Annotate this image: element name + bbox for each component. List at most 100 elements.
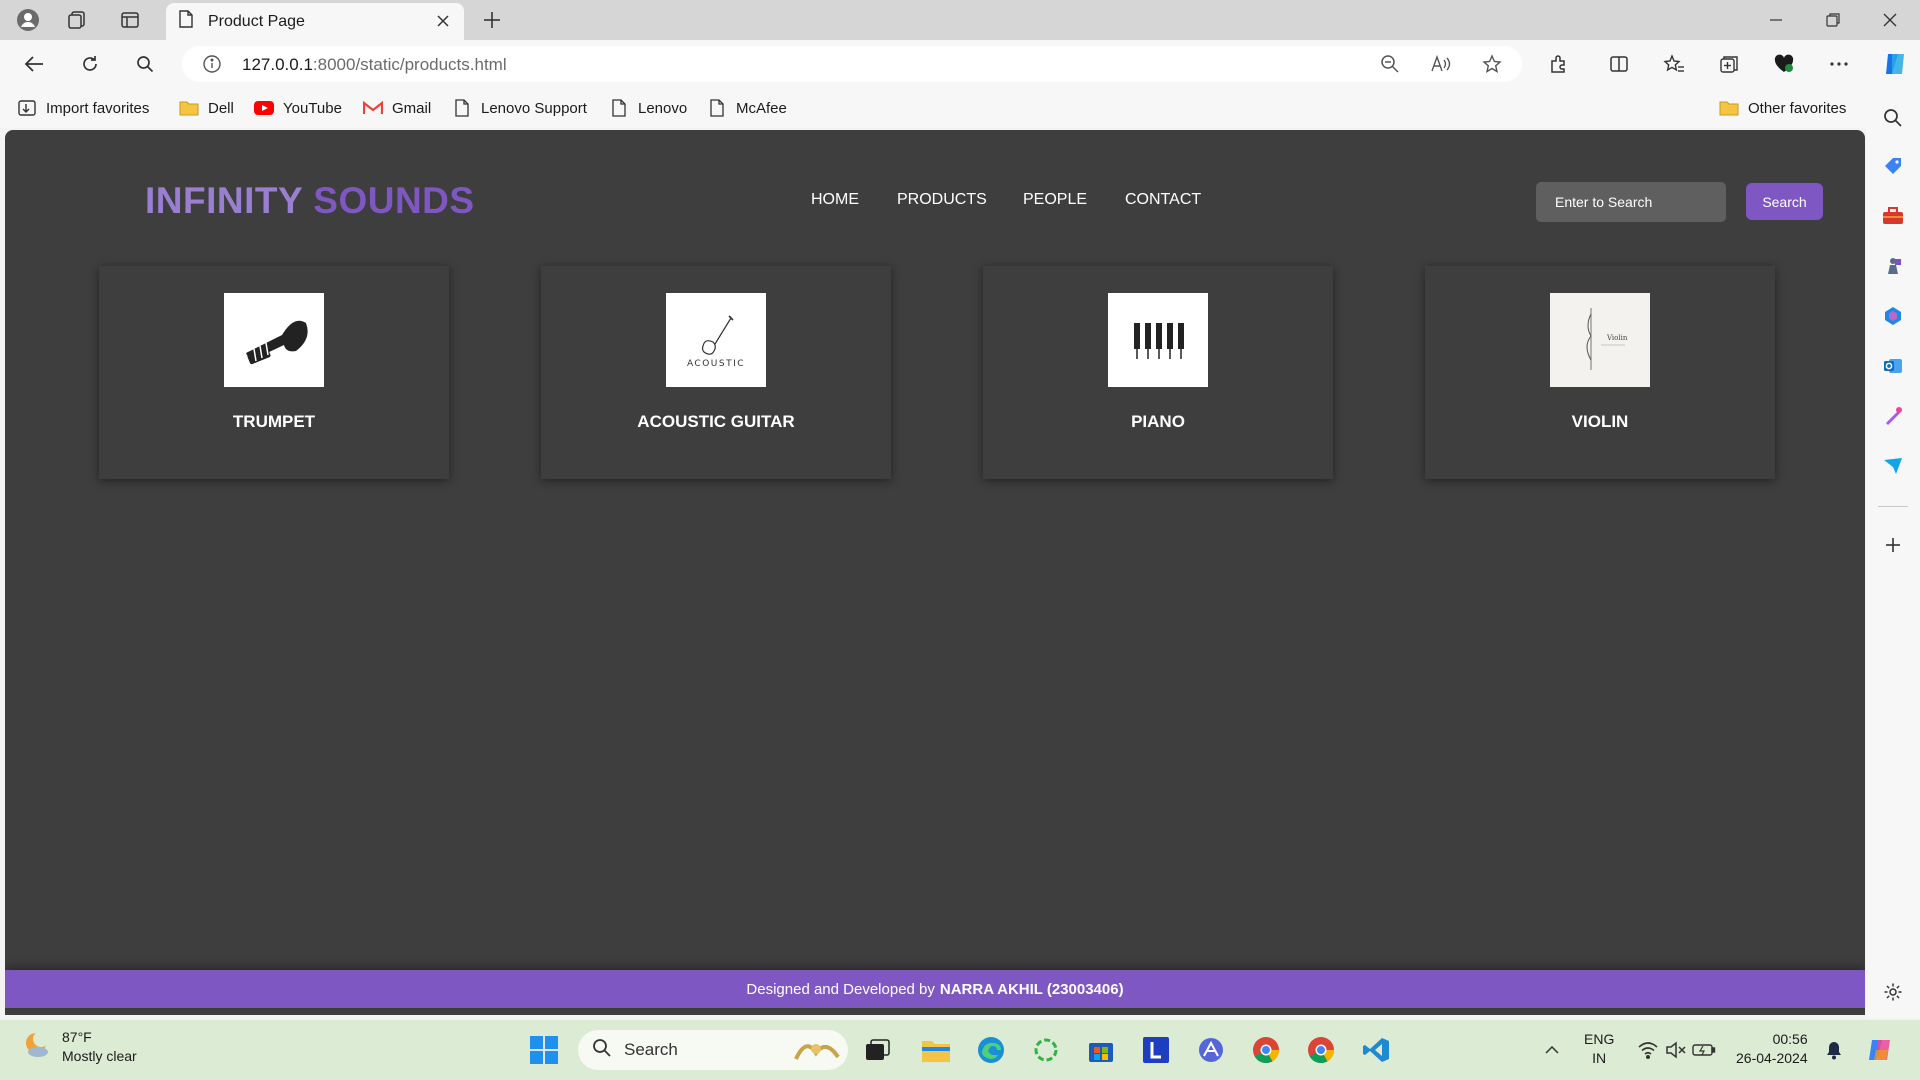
- send-icon[interactable]: [1879, 452, 1907, 480]
- site-logo[interactable]: INFINITY SOUNDS: [145, 180, 475, 222]
- favorite-import[interactable]: Import favorites: [16, 96, 149, 120]
- designer-icon[interactable]: [1879, 402, 1907, 430]
- app-ring-icon[interactable]: [1028, 1032, 1064, 1068]
- search-icon: [592, 1038, 612, 1063]
- browser-tab-strip: Product Page: [0, 0, 1920, 40]
- other-favorites[interactable]: Other favorites: [1718, 96, 1846, 120]
- favorite-label: Dell: [208, 99, 234, 117]
- nav-contact[interactable]: CONTACT: [1125, 191, 1201, 209]
- chevron-up-icon[interactable]: [1534, 1032, 1570, 1068]
- microsoft-365-icon[interactable]: [1879, 302, 1907, 330]
- tab-title: Product Page: [208, 12, 305, 30]
- product-card-violin[interactable]: Violin VIOLIN: [1425, 266, 1775, 479]
- logo-part-1: INFINITY: [145, 180, 303, 221]
- page-icon: [178, 10, 194, 33]
- chrome-icon[interactable]: [1248, 1032, 1284, 1068]
- product-name: TRUMPET: [232, 412, 316, 431]
- collections-icon[interactable]: [1713, 48, 1745, 80]
- new-tab-icon[interactable]: [476, 4, 508, 36]
- site-info-icon[interactable]: [196, 48, 228, 80]
- notification-bell-icon[interactable]: [1816, 1032, 1852, 1068]
- youtube-icon: [253, 97, 275, 119]
- close-tab-icon[interactable]: [432, 10, 454, 32]
- gmail-icon: [362, 97, 384, 119]
- favorite-label: Gmail: [392, 99, 432, 117]
- extensions-icon[interactable]: [1543, 48, 1575, 80]
- chrome-profile-icon[interactable]: [1303, 1032, 1339, 1068]
- task-view-icon[interactable]: [860, 1032, 896, 1068]
- site-search-input[interactable]: [1536, 182, 1726, 222]
- weather-widget[interactable]: 87°F Mostly clear: [22, 1028, 137, 1066]
- file-explorer-icon[interactable]: [918, 1032, 954, 1068]
- favorite-youtube[interactable]: YouTube: [253, 96, 342, 120]
- footer-text: Designed and Developed by: [746, 980, 935, 998]
- copilot-taskbar-icon[interactable]: [1862, 1032, 1898, 1068]
- add-icon[interactable]: [1879, 531, 1907, 559]
- nav-products[interactable]: PRODUCTS: [897, 191, 987, 209]
- split-screen-icon[interactable]: [1603, 48, 1635, 80]
- favorites-bar: Import favorites Dell YouTube Gmail Leno…: [0, 88, 1920, 128]
- back-icon[interactable]: [18, 48, 50, 80]
- workspaces-icon[interactable]: [61, 4, 93, 36]
- nav-people[interactable]: PEOPLE: [1023, 191, 1087, 209]
- url-text: 127.0.0.1:8000/static/products.html: [242, 55, 507, 75]
- settings-icon[interactable]: [1879, 978, 1907, 1006]
- favorite-mcafee[interactable]: McAfee: [706, 96, 787, 120]
- shopping-icon[interactable]: [1879, 152, 1907, 180]
- games-icon[interactable]: [1879, 252, 1907, 280]
- vscode-icon[interactable]: [1358, 1032, 1394, 1068]
- piano-image: [1108, 293, 1208, 387]
- copilot-icon[interactable]: [1879, 48, 1911, 80]
- favorite-label: McAfee: [736, 99, 787, 117]
- site-search-button[interactable]: Search: [1746, 183, 1823, 220]
- language-indicator[interactable]: ENG IN: [1584, 1030, 1614, 1068]
- browser-essentials-icon[interactable]: [1768, 48, 1800, 80]
- sidebar-divider: [1878, 506, 1908, 507]
- minimize-icon[interactable]: [1748, 0, 1804, 40]
- product-card-piano[interactable]: PIANO: [983, 266, 1333, 479]
- date: 26-04-2024: [1736, 1050, 1808, 1066]
- close-window-icon[interactable]: [1862, 0, 1918, 40]
- product-name: ACOUSTIC GUITAR: [637, 412, 795, 431]
- arc-icon[interactable]: [1193, 1032, 1229, 1068]
- read-aloud-icon[interactable]: [1425, 48, 1457, 80]
- language: ENG: [1584, 1031, 1615, 1047]
- battery-icon[interactable]: [1686, 1032, 1722, 1068]
- acoustic-guitar-image: ACOUSTIC: [666, 293, 766, 387]
- favorite-star-icon[interactable]: [1476, 48, 1508, 80]
- restore-icon[interactable]: [1805, 0, 1861, 40]
- favorite-dell[interactable]: Dell: [178, 96, 234, 120]
- zoom-out-icon[interactable]: [1374, 48, 1406, 80]
- product-name: VIOLIN: [1571, 412, 1629, 431]
- favorite-lenovo-support[interactable]: Lenovo Support: [451, 96, 587, 120]
- store-icon[interactable]: [1083, 1032, 1119, 1068]
- start-icon[interactable]: [526, 1032, 562, 1068]
- taskbar-search[interactable]: Search: [578, 1030, 848, 1070]
- favorite-gmail[interactable]: Gmail: [362, 96, 431, 120]
- lenovo-l-icon[interactable]: [1138, 1032, 1174, 1068]
- sidebar-search-icon[interactable]: [1879, 104, 1907, 132]
- product-card-trumpet[interactable]: TRUMPET: [99, 266, 449, 479]
- product-card-acoustic-guitar[interactable]: ACOUSTIC ACOUSTIC GUITAR: [541, 266, 891, 479]
- vertical-tabs-icon[interactable]: [114, 4, 146, 36]
- more-options-icon[interactable]: [1823, 48, 1855, 80]
- page-icon: [706, 97, 728, 119]
- tools-icon[interactable]: [1879, 202, 1907, 230]
- edge-icon[interactable]: [973, 1032, 1009, 1068]
- region: IN: [1592, 1050, 1607, 1066]
- moon-cloud-icon: [22, 1030, 52, 1065]
- page-icon: [451, 97, 473, 119]
- refresh-icon[interactable]: [74, 48, 106, 80]
- address-bar[interactable]: 127.0.0.1:8000/static/products.html: [182, 46, 1522, 82]
- favorite-lenovo[interactable]: Lenovo: [608, 96, 687, 120]
- folder-icon: [178, 97, 200, 119]
- other-favorites-label: Other favorites: [1748, 99, 1847, 117]
- search-icon[interactable]: [129, 48, 161, 80]
- nav-home[interactable]: HOME: [811, 191, 859, 209]
- profile-icon[interactable]: [12, 4, 44, 36]
- outlook-icon[interactable]: [1879, 352, 1907, 380]
- favorites-icon[interactable]: [1658, 48, 1690, 80]
- acoustic-logo-text: ACOUSTIC: [687, 359, 745, 369]
- active-tab[interactable]: Product Page: [166, 3, 464, 40]
- clock[interactable]: 00:56 26-04-2024: [1736, 1030, 1808, 1068]
